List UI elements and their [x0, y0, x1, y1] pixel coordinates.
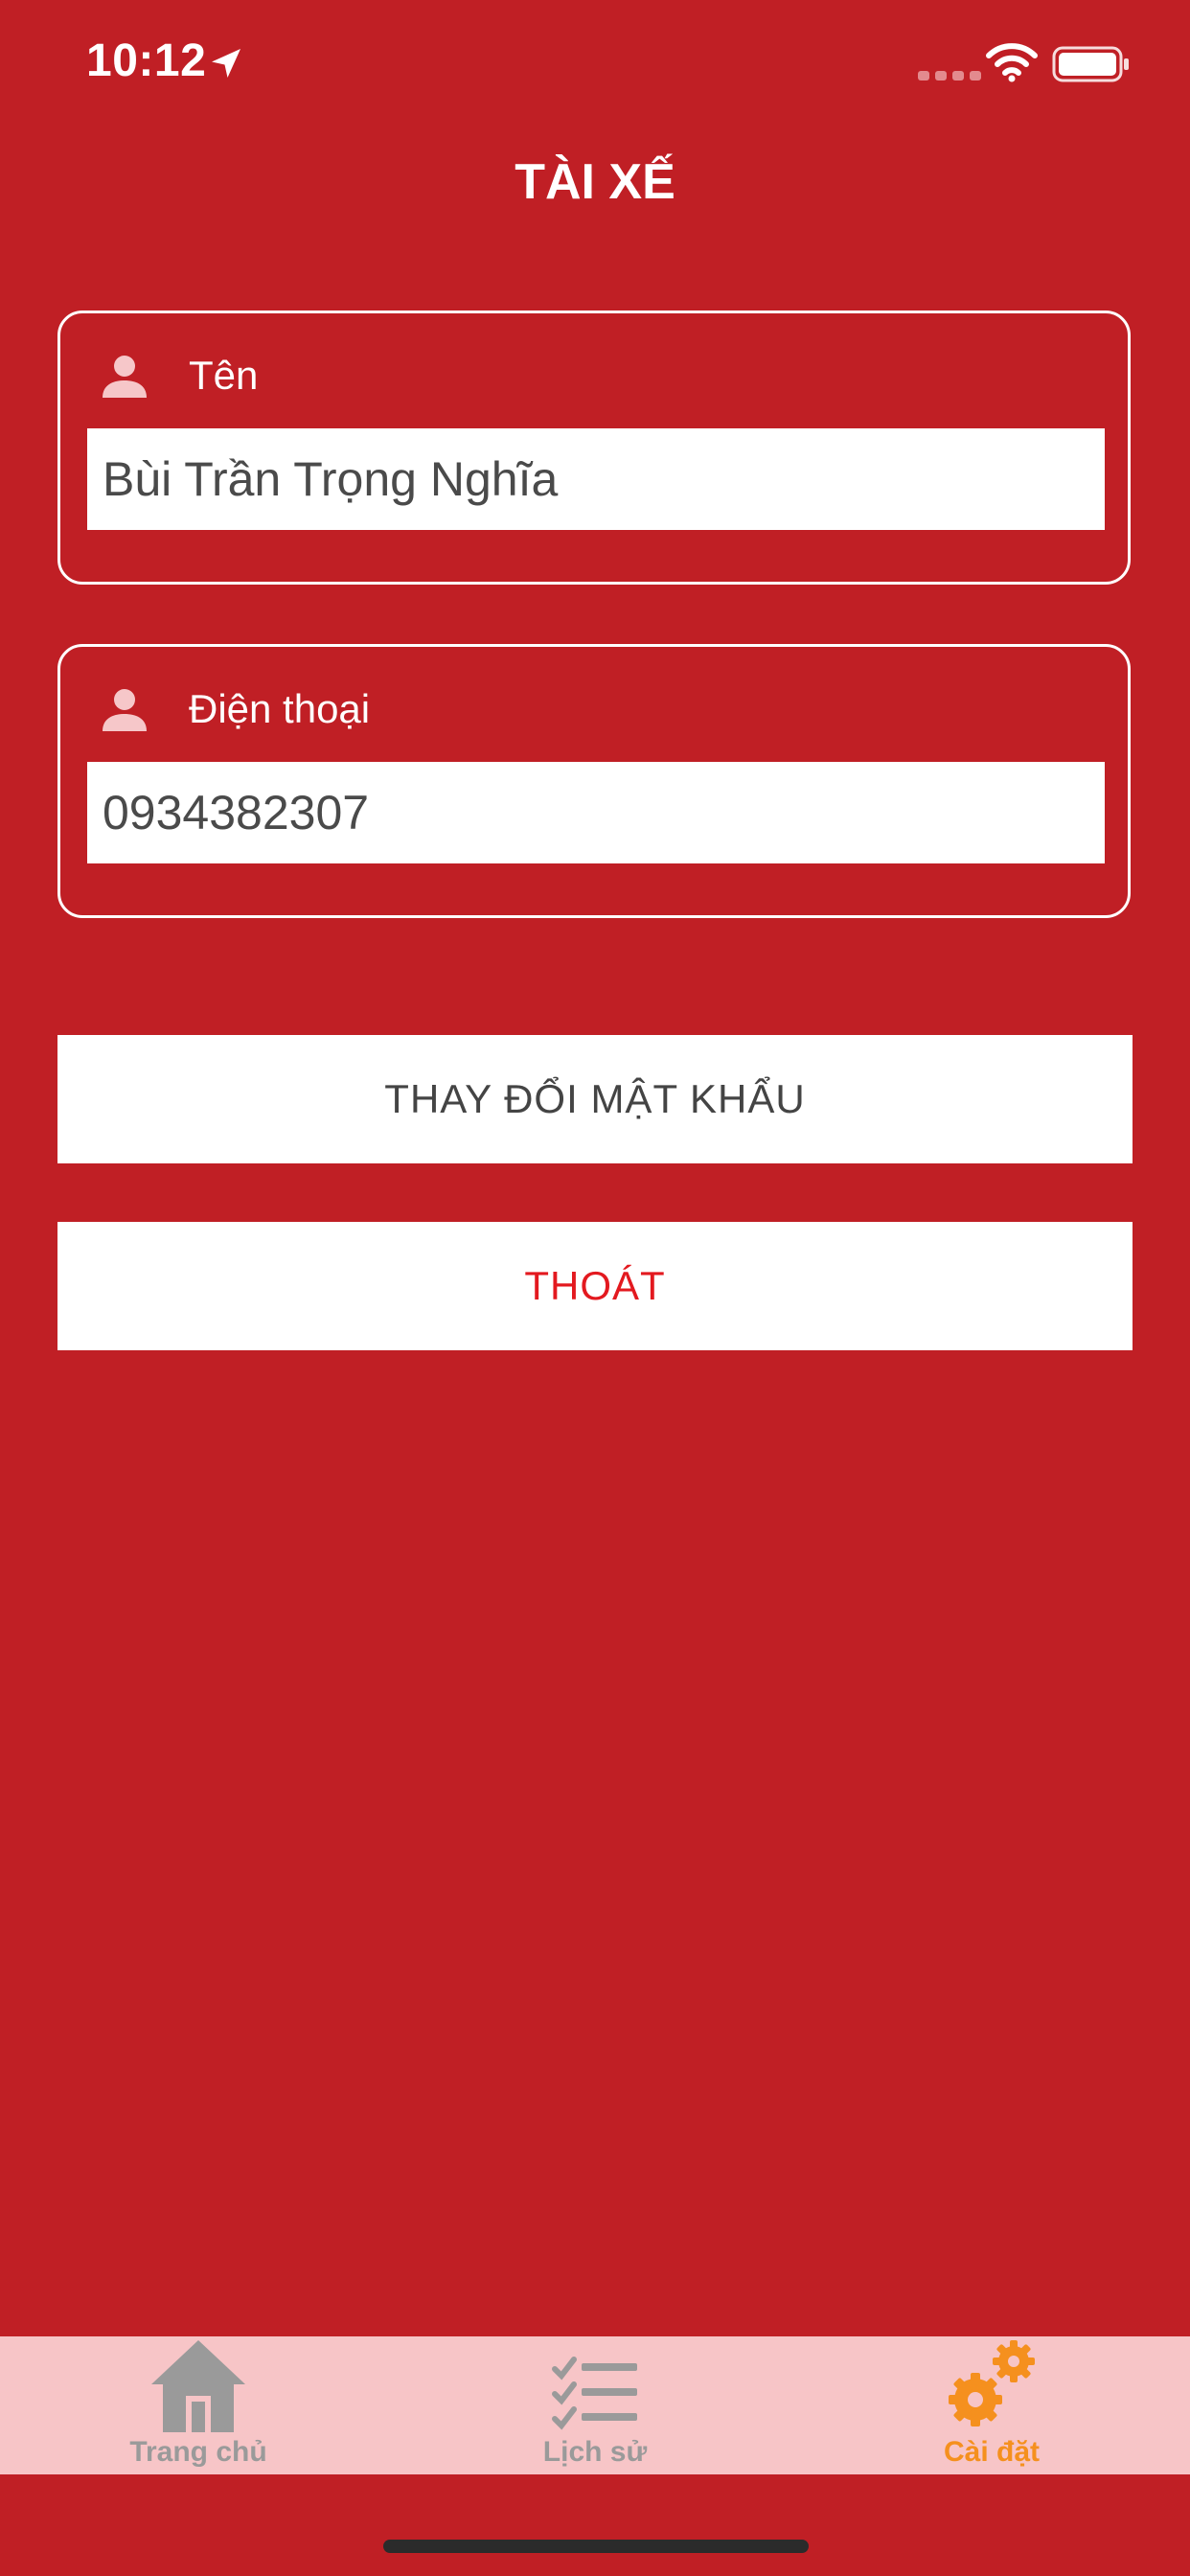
- name-card-header: Tên: [101, 342, 258, 409]
- phone-card-header: Điện thoại: [101, 676, 370, 743]
- status-time: 10:12: [86, 35, 207, 86]
- tab-home[interactable]: Trang chủ: [0, 2336, 397, 2474]
- gears-icon: [949, 2340, 1035, 2426]
- tab-home-label: Trang chủ: [129, 2436, 267, 2468]
- battery-icon: [1052, 46, 1129, 82]
- name-label: Tên: [189, 353, 259, 398]
- person-icon: [103, 689, 147, 731]
- phone-label: Điện thoại: [189, 686, 371, 731]
- home-indicator: [383, 2540, 809, 2553]
- phone-card: Điện thoại: [57, 644, 1131, 918]
- page-title: TÀI XẾ: [515, 154, 675, 210]
- tab-bar: Trang chủ Lịch sử Cài đặt: [0, 2336, 1190, 2474]
- phone-field[interactable]: [87, 762, 1105, 863]
- name-card: Tên: [57, 310, 1131, 585]
- logout-button[interactable]: THOÁT: [57, 1222, 1133, 1350]
- tab-settings[interactable]: Cài đặt: [793, 2336, 1190, 2474]
- person-icon: [103, 356, 147, 398]
- tab-settings-label: Cài đặt: [943, 2436, 1041, 2468]
- tab-history[interactable]: Lịch sử: [397, 2336, 793, 2474]
- name-field[interactable]: [87, 428, 1105, 530]
- cellular-signal-icon: [918, 71, 981, 80]
- checklist-icon: [552, 2357, 637, 2430]
- wifi-icon: [986, 43, 1038, 82]
- change-password-button[interactable]: THAY ĐỔI MẬT KHẨU: [57, 1035, 1133, 1163]
- home-icon: [151, 2340, 245, 2432]
- status-bar: 10:12: [0, 0, 1190, 126]
- tab-history-label: Lịch sử: [542, 2436, 648, 2468]
- location-arrow-icon: [212, 49, 240, 78]
